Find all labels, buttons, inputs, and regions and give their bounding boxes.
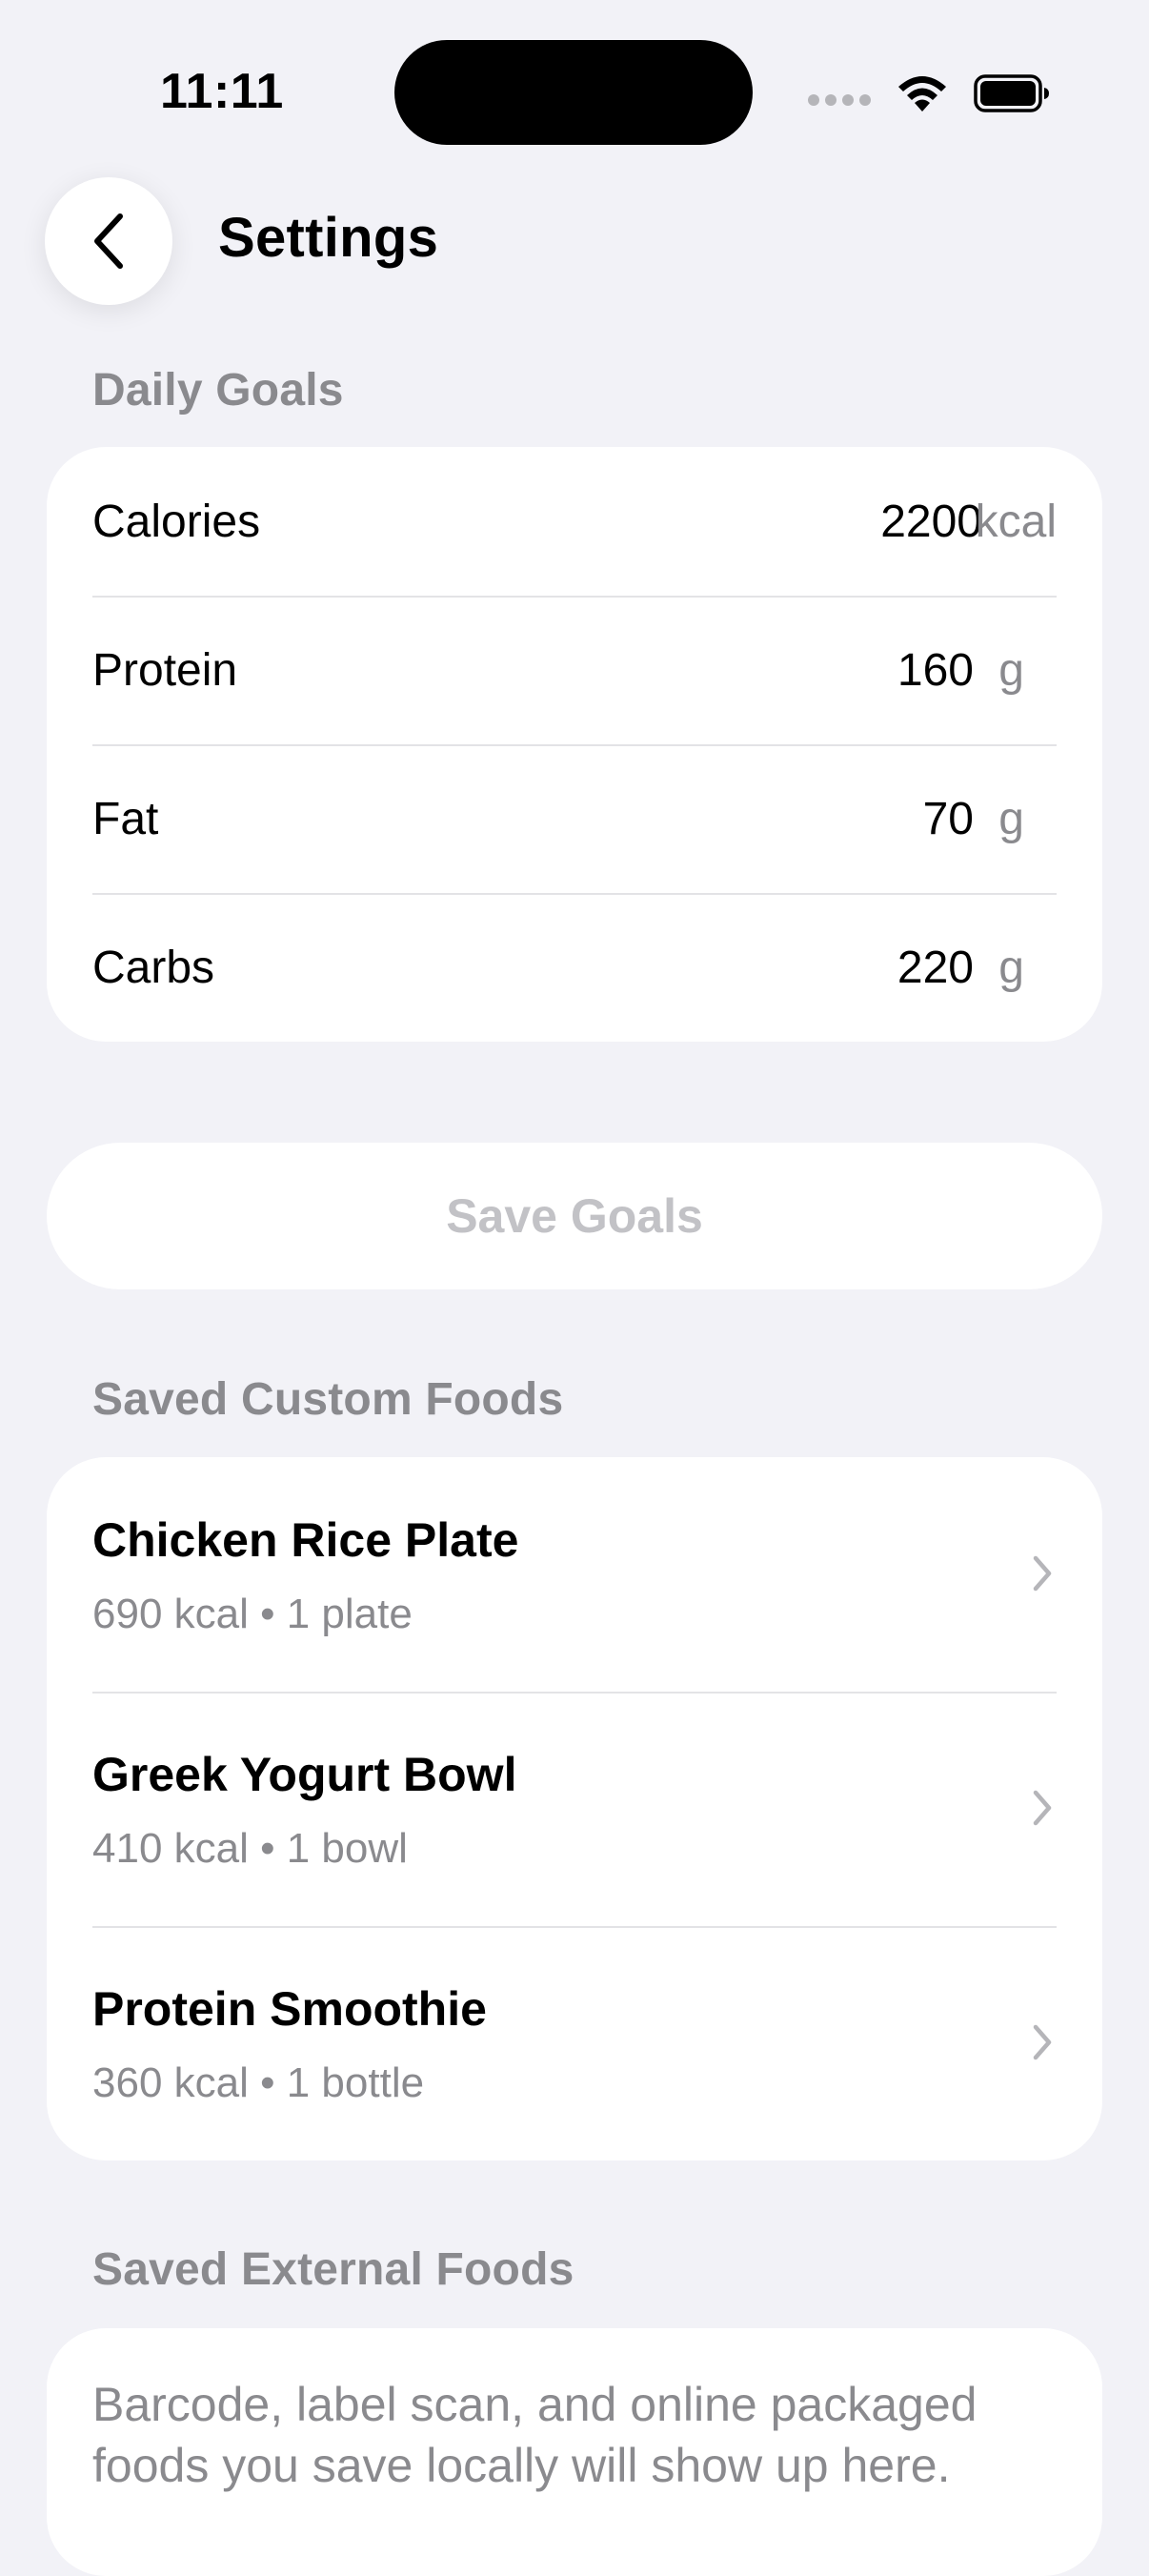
goal-value-input[interactable]: 2200	[880, 496, 982, 548]
goal-row-carbs[interactable]: Carbs 220 g	[47, 893, 1102, 1042]
chevron-right-icon	[1033, 1555, 1052, 1592]
goal-unit: kcal	[975, 496, 1057, 547]
goal-label: Protein	[92, 644, 238, 696]
daily-goals-header: Daily Goals	[92, 365, 344, 416]
back-button[interactable]	[45, 177, 172, 305]
custom-foods-card: Chicken Rice Plate 690 kcal • 1 plate Gr…	[47, 1457, 1102, 2160]
goal-unit: g	[998, 942, 1024, 993]
custom-food-item[interactable]: Greek Yogurt Bowl 410 kcal • 1 bowl	[47, 1692, 1102, 1926]
status-bar: 11:11	[0, 0, 1149, 181]
battery-icon	[974, 74, 1049, 112]
goal-label: Calories	[92, 496, 261, 547]
food-name: Greek Yogurt Bowl	[92, 1748, 517, 1801]
goal-value-input[interactable]: 220	[897, 942, 974, 994]
chevron-left-icon	[94, 213, 123, 269]
wifi-icon	[898, 76, 946, 112]
chevron-right-icon	[1033, 1790, 1052, 1826]
page-title: Settings	[218, 207, 439, 269]
food-meta: 360 kcal • 1 bottle	[92, 2059, 425, 2106]
goal-row-fat[interactable]: Fat 70 g	[47, 744, 1102, 893]
chevron-right-icon	[1033, 2024, 1052, 2060]
goal-label: Fat	[92, 793, 159, 844]
food-name: Protein Smoothie	[92, 1982, 487, 2036]
daily-goals-card: Calories 2200 kcal Protein 160 g Fat 70 …	[47, 447, 1102, 1042]
goal-value-input[interactable]: 160	[897, 644, 974, 697]
food-name: Chicken Rice Plate	[92, 1513, 519, 1567]
cellular-signal-icon	[808, 94, 871, 106]
goal-unit: g	[998, 793, 1024, 844]
custom-food-item[interactable]: Chicken Rice Plate 690 kcal • 1 plate	[47, 1457, 1102, 1692]
navigation-bar: Settings	[0, 177, 1149, 305]
external-foods-empty-text: Barcode, label scan, and online packaged…	[92, 2378, 978, 2492]
dynamic-island	[394, 40, 753, 145]
external-foods-card: Barcode, label scan, and online packaged…	[47, 2328, 1102, 2576]
food-meta: 410 kcal • 1 bowl	[92, 1825, 408, 1872]
goal-label: Carbs	[92, 942, 215, 993]
external-foods-header: Saved External Foods	[92, 2244, 574, 2295]
goal-row-protein[interactable]: Protein 160 g	[47, 596, 1102, 744]
status-time: 11:11	[160, 64, 284, 119]
custom-food-item[interactable]: Protein Smoothie 360 kcal • 1 bottle	[47, 1926, 1102, 2160]
save-goals-button[interactable]: Save Goals	[47, 1143, 1102, 1289]
status-icons	[808, 67, 1050, 120]
goal-unit: g	[998, 644, 1024, 696]
food-meta: 690 kcal • 1 plate	[92, 1591, 413, 1637]
goal-row-calories[interactable]: Calories 2200 kcal	[47, 447, 1102, 596]
goal-value-input[interactable]: 70	[923, 793, 974, 845]
custom-foods-header: Saved Custom Foods	[92, 1374, 564, 1425]
